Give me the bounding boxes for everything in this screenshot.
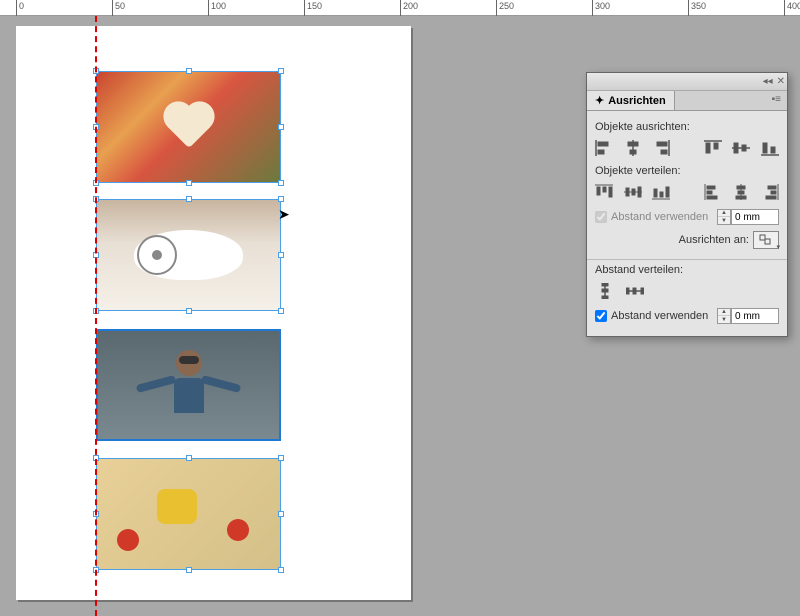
label-distribute-objects: Objekte verteilen: bbox=[595, 165, 779, 177]
spacing2-input[interactable] bbox=[731, 308, 779, 324]
canvas-area[interactable]: ➤ bbox=[0, 16, 430, 600]
align-left-icon[interactable] bbox=[595, 139, 614, 157]
space-vertical-icon[interactable] bbox=[595, 282, 615, 300]
distribute-vcenter-icon[interactable] bbox=[624, 183, 643, 201]
collapse-icon[interactable]: ◂◂ bbox=[763, 76, 773, 87]
vertical-guide[interactable] bbox=[95, 16, 97, 616]
ruler-horizontal: 0 50 100 150 200 250 300 350 400 bbox=[0, 0, 800, 16]
align-to-dropdown[interactable] bbox=[753, 231, 779, 249]
spacing-spinner[interactable]: ▲▼ bbox=[717, 209, 731, 225]
use-spacing2-label: Abstand verwenden bbox=[611, 310, 708, 322]
align-top-icon[interactable] bbox=[703, 139, 722, 157]
label-distribute-spacing: Abstand verteilen: bbox=[595, 264, 779, 276]
image-frame-2[interactable] bbox=[96, 199, 281, 311]
distribute-bottom-icon[interactable] bbox=[652, 183, 671, 201]
use-spacing2-checkbox[interactable] bbox=[595, 310, 607, 322]
close-icon[interactable]: ✕ bbox=[777, 76, 785, 87]
distribute-right-icon[interactable] bbox=[760, 183, 779, 201]
image-frame-3[interactable] bbox=[96, 329, 281, 441]
spacing-input[interactable] bbox=[731, 209, 779, 225]
image-pilot-child bbox=[98, 331, 279, 439]
distribute-left-icon[interactable] bbox=[703, 183, 722, 201]
use-spacing-checkbox[interactable] bbox=[595, 211, 607, 223]
image-frame-1[interactable] bbox=[96, 71, 281, 183]
align-vcenter-icon[interactable] bbox=[732, 139, 751, 157]
align-right-icon[interactable] bbox=[652, 139, 671, 157]
align-bottom-icon[interactable] bbox=[760, 139, 779, 157]
image-spa bbox=[97, 200, 280, 310]
label-align-objects: Objekte ausrichten: bbox=[595, 121, 779, 133]
image-apples bbox=[97, 72, 280, 182]
align-panel[interactable]: ◂◂ ✕ ✦Ausrichten ▪≡ Objekte ausrichten: … bbox=[586, 72, 788, 337]
space-horizontal-icon[interactable] bbox=[625, 282, 645, 300]
distribute-top-icon[interactable] bbox=[595, 183, 614, 201]
tab-align[interactable]: ✦Ausrichten bbox=[587, 91, 675, 110]
use-spacing-label: Abstand verwenden bbox=[611, 211, 708, 223]
align-hcenter-icon[interactable] bbox=[624, 139, 643, 157]
spacing2-spinner[interactable]: ▲▼ bbox=[717, 308, 731, 324]
image-frame-4[interactable] bbox=[96, 458, 281, 570]
align-to-label: Ausrichten an: bbox=[679, 234, 749, 246]
distribute-hcenter-icon[interactable] bbox=[732, 183, 751, 201]
image-vegetables bbox=[97, 459, 280, 569]
cursor-icon: ➤ bbox=[278, 206, 290, 223]
panel-menu-icon[interactable]: ▪≡ bbox=[766, 91, 787, 110]
panel-titlebar[interactable]: ◂◂ ✕ bbox=[587, 73, 787, 91]
